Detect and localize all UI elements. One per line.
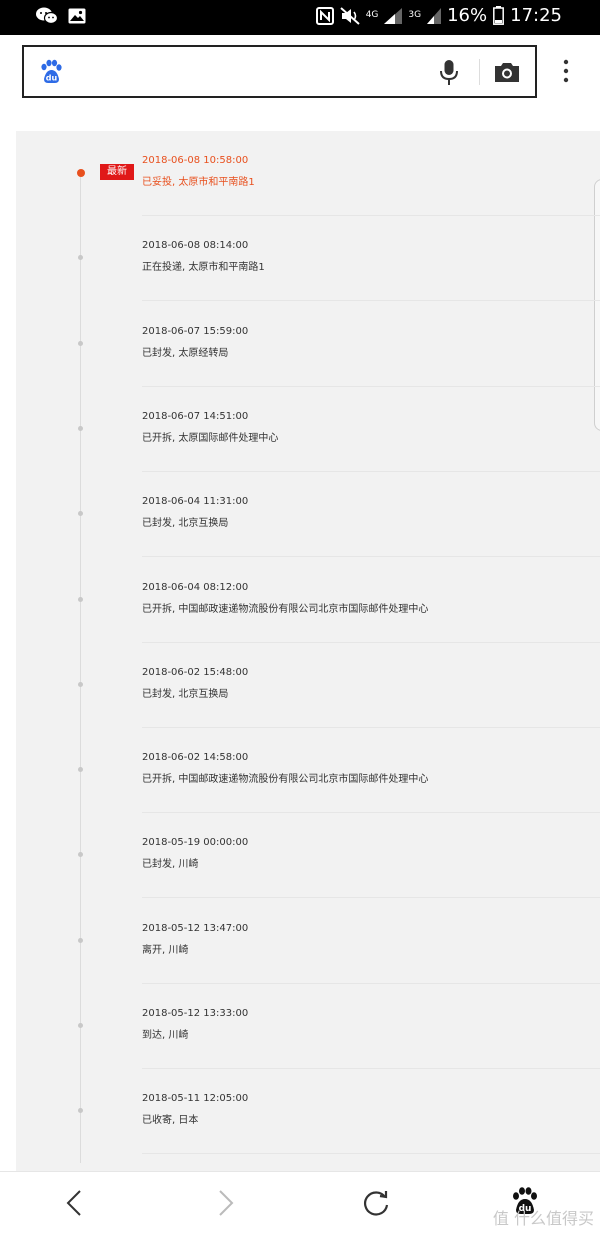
event-description: 到达, 川崎 (142, 1030, 189, 1041)
network-4g: 4G (366, 11, 379, 20)
browser-header: du (0, 35, 600, 113)
camera-icon[interactable] (494, 61, 520, 83)
wechat-icon (36, 7, 58, 25)
event-time: 2018-05-12 13:47:00 (142, 922, 249, 934)
event-time: 2018-06-07 15:59:00 (142, 325, 249, 337)
timeline-dot (78, 340, 83, 346)
forward-icon[interactable] (210, 1188, 240, 1218)
event-time: 2018-06-08 08:14:00 (142, 240, 249, 252)
network-3g-label: 3G (408, 10, 422, 20)
battery-icon (493, 6, 505, 25)
timeline-entry: 2018-05-12 13:33:00 到达, 川崎 (16, 984, 600, 1069)
timeline-entry: 2018-06-07 14:51:00 已开拆, 太原国际邮件处理中心 (16, 387, 600, 472)
timeline-entry: 2018-06-04 11:31:00 已封发, 北京互换局 (16, 472, 600, 558)
timeline-dot (78, 511, 83, 517)
timeline-dot (77, 169, 85, 177)
event-description: 已妥投, 太原市和平南路1 (142, 177, 255, 188)
timeline-dot (78, 425, 83, 431)
search-input[interactable]: du (22, 45, 537, 98)
nfc-icon (315, 6, 334, 25)
gallery-icon (68, 8, 86, 24)
timeline-entry: 2018-06-08 08:14:00 正在投递, 太原市和平南路1 (16, 216, 600, 302)
event-description: 已开拆, 中国邮政速递物流股份有限公司北京市国际邮件处理中心 (142, 603, 429, 615)
tracking-timeline: 最新 2018-06-08 10:58:00 已妥投, 太原市和平南路1 2018-0… (16, 131, 600, 1171)
timeline-entry: 2018-06-02 14:58:00 已开拆, 中国邮政速递物流股份有限公司北京… (16, 728, 600, 814)
event-time: 2018-06-08 10:58:00 (142, 155, 249, 166)
timeline-dot (78, 681, 83, 687)
timeline-entry: 最新 2018-06-08 10:58:00 已妥投, 太原市和平南路1 (16, 131, 600, 216)
timeline-dot (78, 1108, 83, 1114)
timeline-entry: 2018-06-07 15:59:00 已封发, 太原经转局 (16, 302, 600, 387)
clock: 17:25 (510, 5, 562, 26)
timeline-entry: 2018-05-19 00:00:00 已封发, 川崎 (16, 813, 600, 899)
event-time: 2018-06-02 15:48:00 (142, 666, 249, 678)
status-left (36, 7, 86, 25)
timeline-dot (78, 937, 83, 943)
mute-icon (340, 6, 360, 25)
status-right: 4G 3G 16% 17:25 (315, 5, 562, 26)
event-description: 已封发, 北京互换局 (142, 688, 229, 700)
refresh-icon[interactable] (361, 1188, 391, 1218)
svg-text:du: du (46, 74, 58, 83)
mic-icon[interactable] (438, 59, 460, 87)
event-time: 2018-05-12 13:33:00 (142, 1008, 249, 1019)
bottom-navigation: du 值 什么值得买 (0, 1171, 600, 1233)
event-description: 已封发, 川崎 (142, 859, 199, 871)
event-time: 2018-05-11 12:05:00 (142, 1093, 249, 1105)
timeline-dot (78, 767, 83, 773)
timeline-dot (78, 852, 83, 858)
event-time: 2018-06-07 14:51:00 (142, 410, 249, 422)
event-time: 2018-06-02 14:58:00 (142, 752, 249, 764)
event-description: 正在投递, 太原市和平南路1 (142, 262, 265, 274)
latest-badge: 最新 (100, 164, 134, 180)
event-description: 离开, 川崎 (142, 944, 189, 956)
battery-percent: 16% (447, 5, 488, 26)
timeline-entry: 2018-06-04 08:12:00 已开拆, 中国邮政速递物流股份有限公司北京… (16, 558, 600, 643)
timeline-entry: 2018-05-12 13:47:00 离开, 川崎 (16, 899, 600, 984)
search-divider (479, 59, 480, 85)
event-description: 已开拆, 太原国际邮件处理中心 (142, 432, 279, 444)
baidu-paw-icon[interactable]: du (38, 59, 64, 85)
timeline-entry: 2018-05-11 12:05:00 已收寄, 日本 (16, 1069, 600, 1155)
status-bar: 4G 3G 16% 17:25 (0, 0, 600, 35)
event-description: 已封发, 北京互换局 (142, 518, 229, 530)
timeline-entry: 2018-06-02 15:48:00 已封发, 北京互换局 (16, 643, 600, 728)
signal-icon-2 (427, 7, 442, 24)
event-time: 2018-06-04 08:12:00 (142, 581, 249, 593)
timeline-dot (78, 255, 83, 261)
event-description: 已开拆, 中国邮政速递物流股份有限公司北京市国际邮件处理中心 (142, 774, 429, 786)
timeline-dot (78, 1023, 83, 1028)
watermark: 值 什么值得买 (492, 1209, 594, 1228)
event-description: 已收寄, 日本 (142, 1115, 199, 1127)
signal-icon (384, 7, 403, 24)
event-time: 2018-05-19 00:00:00 (142, 837, 249, 849)
row-separator (142, 1153, 600, 1155)
event-time: 2018-06-04 11:31:00 (142, 496, 249, 508)
more-vertical-icon[interactable] (558, 57, 574, 87)
network-4g-label: 4G (365, 10, 379, 20)
timeline-dot (78, 596, 83, 602)
back-icon[interactable] (60, 1188, 90, 1218)
event-description: 已封发, 太原经转局 (142, 347, 229, 359)
